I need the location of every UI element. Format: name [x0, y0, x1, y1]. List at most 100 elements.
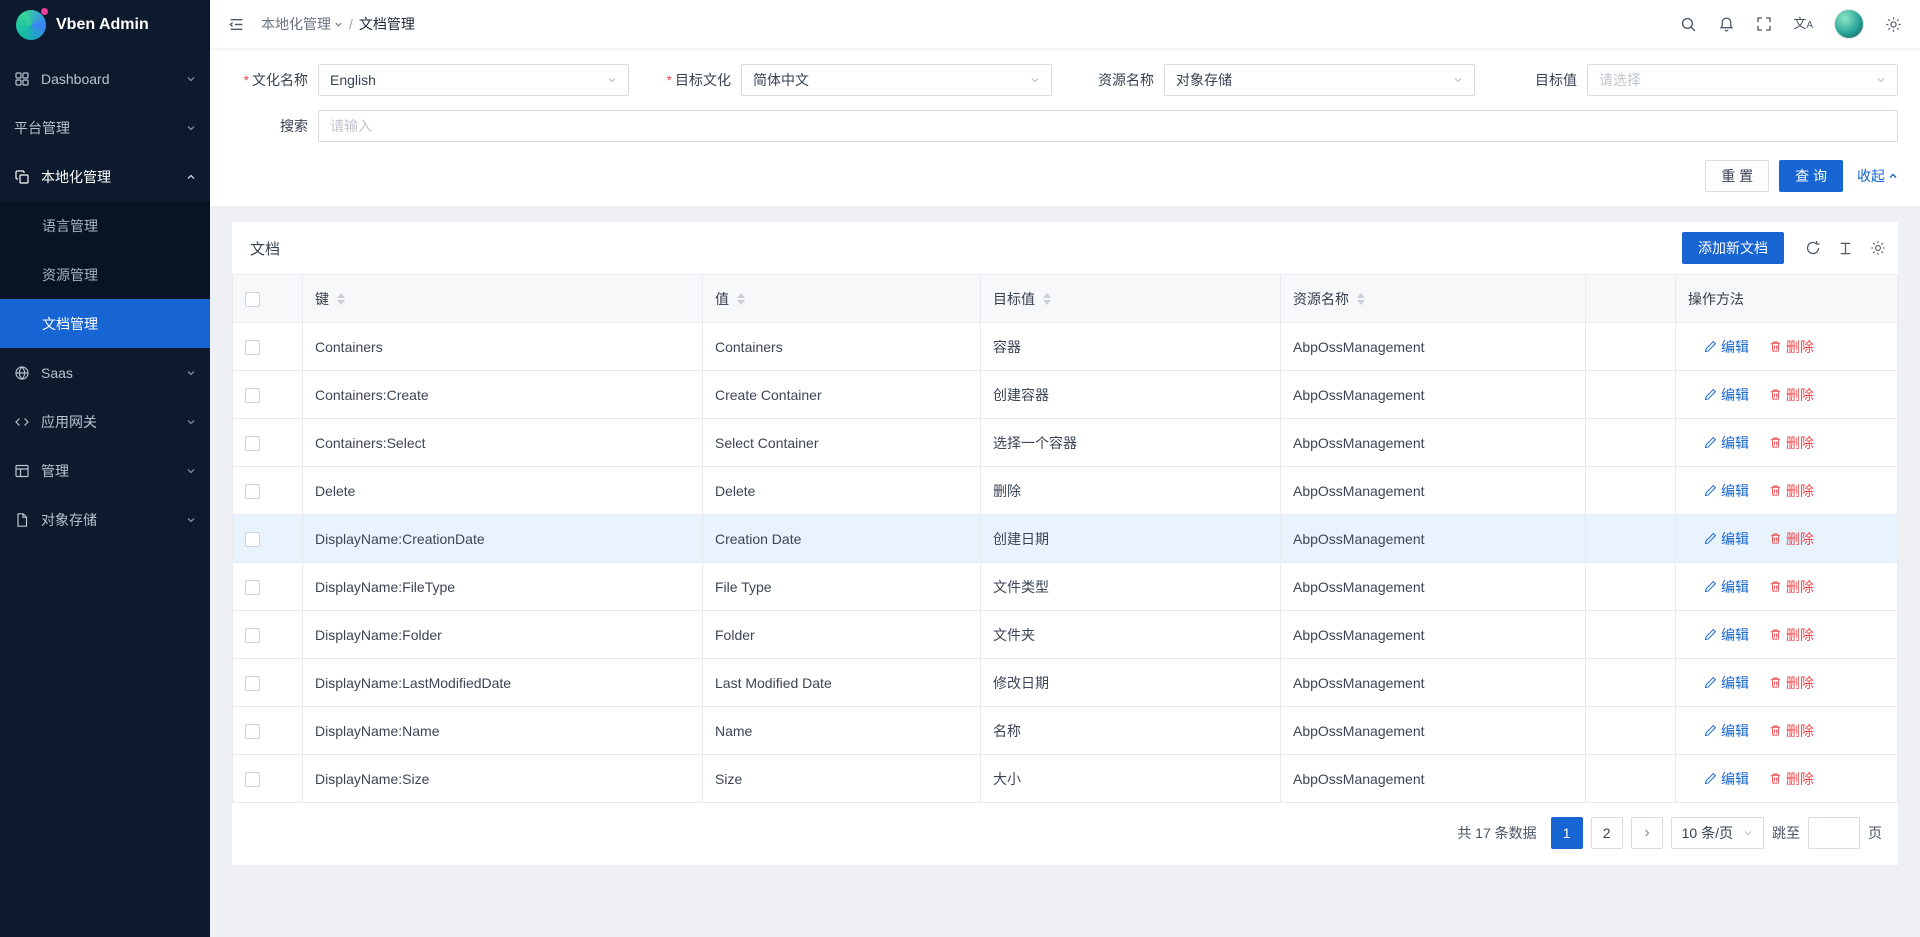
target-value-select[interactable]: 请选择	[1587, 64, 1898, 96]
translate-icon[interactable]: 文A	[1793, 17, 1813, 31]
next-page-button[interactable]	[1631, 817, 1663, 849]
table-row[interactable]: Containers:Create Create Container 创建容器 …	[233, 371, 1898, 419]
table-row[interactable]: Containers Containers 容器 AbpOssManagemen…	[233, 323, 1898, 371]
row-checkbox[interactable]	[245, 580, 260, 595]
delete-button[interactable]: 删除	[1769, 433, 1814, 453]
collapse-filters-link[interactable]: 收起	[1857, 166, 1898, 186]
row-checkbox[interactable]	[245, 724, 260, 739]
delete-button[interactable]: 删除	[1769, 337, 1814, 357]
table-row[interactable]: DisplayName:FileType File Type 文件类型 AbpO…	[233, 563, 1898, 611]
page-button-2[interactable]: 2	[1591, 817, 1623, 849]
reset-button[interactable]: 重 置	[1705, 160, 1769, 192]
breadcrumb-parent[interactable]: 本地化管理	[261, 14, 343, 34]
delete-button[interactable]: 删除	[1769, 481, 1814, 501]
refresh-icon[interactable]	[1805, 240, 1821, 256]
edit-button[interactable]: 编辑	[1704, 769, 1749, 789]
select-value: English	[330, 72, 376, 88]
cell-actions: 编辑 删除	[1676, 419, 1898, 467]
add-document-button[interactable]: 添加新文档	[1682, 232, 1784, 264]
resource-name-select[interactable]: 对象存储	[1164, 64, 1475, 96]
sidebar-item-platform[interactable]: 平台管理	[0, 103, 210, 152]
edit-button[interactable]: 编辑	[1704, 721, 1749, 741]
edit-button[interactable]: 编辑	[1704, 529, 1749, 549]
table-row[interactable]: DisplayName:LastModifiedDate Last Modifi…	[233, 659, 1898, 707]
row-checkbox[interactable]	[245, 676, 260, 691]
edit-button[interactable]: 编辑	[1704, 337, 1749, 357]
delete-button[interactable]: 删除	[1769, 385, 1814, 405]
column-header-target[interactable]: 目标值	[981, 275, 1281, 323]
column-settings-icon[interactable]	[1870, 240, 1886, 256]
search-input[interactable]	[318, 110, 1898, 142]
column-header-actions: 操作方法	[1676, 275, 1898, 323]
page-button-1[interactable]: 1	[1551, 817, 1583, 849]
row-checkbox[interactable]	[245, 484, 260, 499]
topbar-actions: 文A	[1680, 9, 1902, 39]
fullscreen-icon[interactable]	[1756, 16, 1772, 32]
sidebar-item-management[interactable]: 管理	[0, 446, 210, 495]
sidebar-item-resource-management[interactable]: 资源管理	[0, 250, 210, 299]
culture-name-select[interactable]: English	[318, 64, 629, 96]
sidebar-item-document-management[interactable]: 文档管理	[0, 299, 210, 348]
sort-icon[interactable]	[737, 293, 745, 305]
column-header-value[interactable]: 值	[703, 275, 981, 323]
delete-button[interactable]: 删除	[1769, 625, 1814, 645]
page-size-select[interactable]: 10 条/页	[1671, 817, 1764, 849]
delete-button[interactable]: 删除	[1769, 769, 1814, 789]
row-checkbox[interactable]	[245, 388, 260, 403]
bell-icon[interactable]	[1718, 16, 1735, 33]
select-all-checkbox[interactable]	[245, 292, 260, 307]
sort-icon[interactable]	[1357, 293, 1365, 305]
target-culture-label: *目标文化	[655, 70, 731, 90]
row-checkbox[interactable]	[245, 628, 260, 643]
cell-resource-name: AbpOssManagement	[1281, 371, 1586, 419]
row-checkbox[interactable]	[245, 772, 260, 787]
row-checkbox[interactable]	[245, 436, 260, 451]
select-all-header	[233, 275, 303, 323]
sidebar-item-language-management[interactable]: 语言管理	[0, 201, 210, 250]
delete-icon	[1769, 340, 1782, 353]
sort-icon[interactable]	[1043, 293, 1051, 305]
column-header-resource[interactable]: 资源名称	[1281, 275, 1586, 323]
edit-button[interactable]: 编辑	[1704, 433, 1749, 453]
delete-button[interactable]: 删除	[1769, 721, 1814, 741]
delete-button[interactable]: 删除	[1769, 529, 1814, 549]
edit-button[interactable]: 编辑	[1704, 577, 1749, 597]
chevron-right-icon	[1642, 828, 1652, 838]
resource-name-field: 资源名称 对象存储	[1078, 64, 1475, 96]
table-row[interactable]: DisplayName:CreationDate Creation Date 创…	[233, 515, 1898, 563]
sidebar-item-object-storage[interactable]: 对象存储	[0, 495, 210, 544]
sidebar-item-saas[interactable]: Saas	[0, 348, 210, 397]
jump-page-input[interactable]	[1808, 817, 1860, 849]
table-row[interactable]: DisplayName:Name Name 名称 AbpOssManagemen…	[233, 707, 1898, 755]
query-button[interactable]: 查 询	[1779, 160, 1843, 192]
resource-name-label: 资源名称	[1078, 70, 1154, 90]
table-row[interactable]: DisplayName:Folder Folder 文件夹 AbpOssMana…	[233, 611, 1898, 659]
target-value-field: 目标值 请选择	[1501, 64, 1898, 96]
sort-icon[interactable]	[337, 293, 345, 305]
sidebar-item-dashboard[interactable]: Dashboard	[0, 54, 210, 103]
sidebar-item-label: 平台管理	[14, 118, 70, 138]
collapse-sidebar-icon[interactable]	[228, 16, 245, 33]
app-logo[interactable]: Vben Admin	[0, 0, 210, 50]
search-icon[interactable]	[1680, 16, 1697, 33]
cell-empty	[1586, 419, 1676, 467]
avatar[interactable]	[1834, 9, 1864, 39]
edit-button[interactable]: 编辑	[1704, 673, 1749, 693]
row-checkbox[interactable]	[245, 532, 260, 547]
target-culture-select[interactable]: 简体中文	[741, 64, 1052, 96]
table-row[interactable]: Delete Delete 删除 AbpOssManagement 编辑	[233, 467, 1898, 515]
sidebar-item-localization[interactable]: 本地化管理	[0, 152, 210, 201]
edit-button[interactable]: 编辑	[1704, 481, 1749, 501]
table-row[interactable]: Containers:Select Select Container 选择一个容…	[233, 419, 1898, 467]
edit-button[interactable]: 编辑	[1704, 385, 1749, 405]
table-row[interactable]: DisplayName:Size Size 大小 AbpOssManagemen…	[233, 755, 1898, 803]
zoom-icon[interactable]	[1838, 241, 1853, 256]
column-header-key[interactable]: 键	[303, 275, 703, 323]
edit-button[interactable]: 编辑	[1704, 625, 1749, 645]
delete-button[interactable]: 删除	[1769, 673, 1814, 693]
settings-icon[interactable]	[1885, 16, 1902, 33]
sidebar-item-gateway[interactable]: 应用网关	[0, 397, 210, 446]
delete-button[interactable]: 删除	[1769, 577, 1814, 597]
row-checkbox[interactable]	[245, 340, 260, 355]
sidebar-item-label: 本地化管理	[41, 167, 111, 187]
